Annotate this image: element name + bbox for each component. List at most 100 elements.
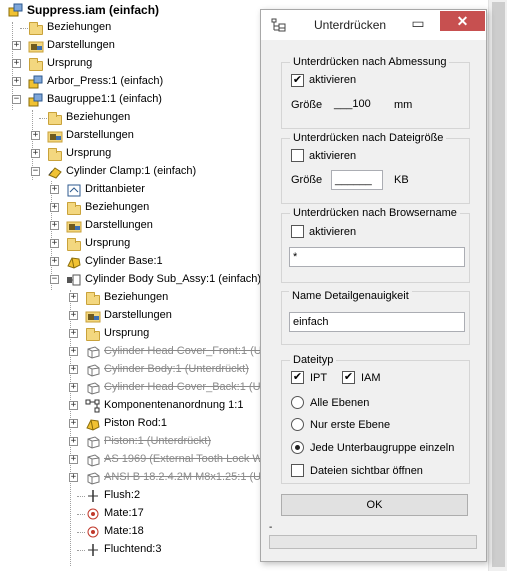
filesize-label: Größe <box>291 174 323 186</box>
filesize-input[interactable]: ______ <box>331 170 383 190</box>
tree-node-label[interactable]: Darstellungen <box>85 219 153 231</box>
close-button[interactable]: ✕ <box>440 11 485 31</box>
expand-toggle[interactable]: + <box>69 455 78 464</box>
tree-node-label[interactable]: Drittanbieter <box>85 183 145 195</box>
collapse-toggle[interactable]: − <box>31 167 40 176</box>
tree-node-label[interactable]: Flush:2 <box>104 489 140 501</box>
expand-toggle[interactable]: + <box>69 473 78 482</box>
tree-node-label[interactable]: Beziehungen <box>47 21 111 33</box>
collapse-toggle[interactable]: − <box>50 275 59 284</box>
expand-toggle[interactable]: + <box>69 293 78 302</box>
group-title: Dateityp <box>290 354 337 366</box>
tree-node-label[interactable]: Cylinder Base:1 <box>85 255 163 267</box>
assembly-icon <box>8 3 24 17</box>
size-label: Größe <box>291 99 323 111</box>
filesize-unit: KB <box>394 174 409 186</box>
expand-toggle[interactable]: + <box>69 401 78 410</box>
expand-toggle[interactable]: + <box>69 383 78 392</box>
expand-toggle[interactable]: + <box>50 185 59 194</box>
size-unit: mm <box>394 99 413 111</box>
tree-node-label[interactable]: Komponentenanordnung 1:1 <box>104 399 243 411</box>
tree-node-label[interactable]: Ursprung <box>66 147 111 159</box>
tree-node-label[interactable]: AS 1969 (External Tooth Lock Washer) <box>104 453 270 465</box>
expand-toggle[interactable]: + <box>69 347 78 356</box>
assembly-icon <box>28 75 44 89</box>
tree-node-label[interactable]: Beziehungen <box>66 111 130 123</box>
tree-node-label[interactable]: Darstellungen <box>104 309 172 321</box>
first-level-radio[interactable] <box>291 418 304 431</box>
expand-toggle[interactable]: + <box>69 311 78 320</box>
tree-node-label[interactable]: ANSI B 18.2.4.2M M8x1.25:1 (Unterdrückt) <box>104 471 270 483</box>
tree-node-label[interactable]: Fluchtend:3 <box>104 543 161 555</box>
tree-node-label[interactable]: Cylinder Head Cover_Front:1 (Unterdrückt… <box>104 345 270 357</box>
suppressed-part-icon <box>85 381 101 395</box>
assembly-icon <box>28 93 44 107</box>
expand-toggle[interactable]: + <box>69 419 78 428</box>
scrollbar-thumb[interactable] <box>492 2 505 567</box>
tree-node-label[interactable]: Beziehungen <box>104 291 168 303</box>
suppressed-part-icon <box>85 363 101 377</box>
tree-node-label[interactable]: Darstellungen <box>47 39 115 51</box>
open-visible-checkbox[interactable] <box>291 464 304 477</box>
expand-toggle[interactable]: + <box>50 257 59 266</box>
part-icon <box>85 417 101 431</box>
tree-node-label[interactable]: Baugruppe1:1 (einfach) <box>47 93 162 105</box>
suppress-by-browsername-group: Unterdrücken nach Browsername aktivieren… <box>281 207 470 283</box>
tree-node-label[interactable]: Piston:1 (Unterdrückt) <box>104 435 211 447</box>
size-input[interactable]: ___100 <box>331 95 383 115</box>
expand-toggle[interactable]: + <box>50 221 59 230</box>
detail-level-input[interactable]: einfach <box>289 312 465 332</box>
tree-connector-line <box>77 496 85 497</box>
tree-node-label[interactable]: Beziehungen <box>85 201 149 213</box>
minimize-button[interactable]: ▭ <box>409 16 427 35</box>
each-subassembly-label: Jede Unterbaugruppe einzeln <box>310 442 455 454</box>
expand-toggle[interactable]: + <box>69 329 78 338</box>
browsername-input[interactable]: * <box>289 247 465 267</box>
tree-node-label[interactable]: Ursprung <box>47 57 92 69</box>
ok-button[interactable]: OK <box>281 494 468 516</box>
tree-node-label[interactable]: Cylinder Head Cover_Back:1 (Unterdrückt) <box>104 381 270 393</box>
expand-toggle[interactable]: + <box>69 437 78 446</box>
expand-toggle[interactable]: + <box>50 203 59 212</box>
expand-toggle[interactable]: + <box>12 59 21 68</box>
expand-toggle[interactable]: + <box>69 365 78 374</box>
tree-node-label[interactable]: Piston Rod:1 <box>104 417 167 429</box>
tree-node-label[interactable]: Darstellungen <box>66 129 134 141</box>
ipt-checkbox[interactable]: ✔ <box>291 371 304 384</box>
browsername-enable-checkbox[interactable] <box>291 225 304 238</box>
iam-checkbox[interactable]: ✔ <box>342 371 355 384</box>
expand-toggle[interactable]: + <box>31 149 40 158</box>
tree-node-label[interactable]: Cylinder Body Sub_Assy:1 (einfach) <box>85 273 261 285</box>
tree-connector-line <box>20 28 28 29</box>
tree-node-label[interactable]: Ursprung <box>85 237 130 249</box>
representations-icon <box>28 39 44 53</box>
group-title: Unterdrücken nach Dateigröße <box>290 132 447 144</box>
tree-node-label[interactable]: Arbor_Press:1 (einfach) <box>47 75 163 87</box>
mate-icon <box>85 507 101 521</box>
pattern-icon <box>85 399 101 413</box>
filesize-enable-checkbox[interactable] <box>291 149 304 162</box>
size-enable-checkbox[interactable]: ✔ <box>291 74 304 87</box>
dialog-titlebar[interactable]: Unterdrücken ▭ ✕ <box>261 10 486 40</box>
tree-connector-line <box>77 532 85 533</box>
tree-node-label[interactable]: Mate:17 <box>104 507 144 519</box>
expand-toggle[interactable]: + <box>12 41 21 50</box>
tree-node-label[interactable]: Mate:18 <box>104 525 144 537</box>
application-window: Suppress.iam (einfach) Beziehungen + Darste… <box>0 0 507 571</box>
group-title: Unterdrücken nach Browsername <box>290 207 460 219</box>
open-visible-label: Dateien sichtbar öffnen <box>310 465 423 477</box>
tree-node-label[interactable]: Cylinder Clamp:1 (einfach) <box>66 165 196 177</box>
collapse-toggle[interactable]: − <box>12 95 21 104</box>
tree-scrollbar[interactable] <box>488 0 507 571</box>
tree-node-label[interactable]: Ursprung <box>104 327 149 339</box>
group-title: Name Detailgenauigkeit <box>289 290 412 302</box>
tree-node-label[interactable]: Cylinder Body:1 (Unterdrückt) <box>104 363 249 375</box>
expand-toggle[interactable]: + <box>12 77 21 86</box>
all-levels-radio[interactable] <box>291 396 304 409</box>
tree-node-label[interactable]: Suppress.iam (einfach) <box>27 3 159 17</box>
expand-toggle[interactable]: + <box>31 131 40 140</box>
suppressed-part-icon <box>85 345 101 359</box>
expand-toggle[interactable]: + <box>50 239 59 248</box>
each-subassembly-radio[interactable] <box>291 441 304 454</box>
tree-structure-icon <box>271 18 286 32</box>
